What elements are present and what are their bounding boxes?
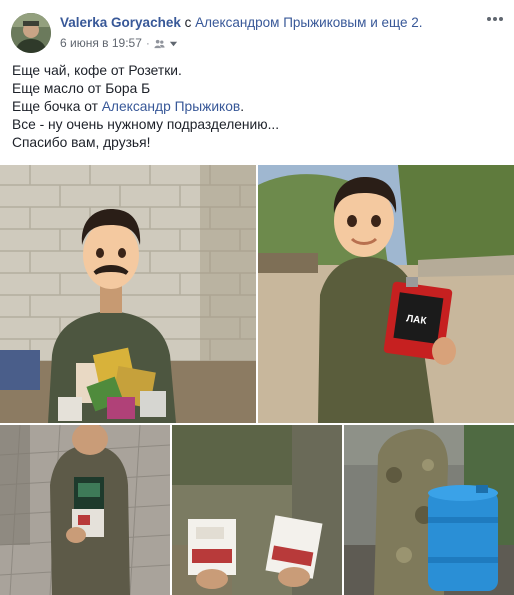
post-meta: 6 июня в 19:57 ·	[60, 36, 178, 50]
post-text-line: Спасибо вам, друзья!	[12, 135, 151, 150]
photo-image	[0, 425, 170, 595]
tagged-others-link[interactable]: и еще 2.	[370, 15, 422, 30]
with-prefix: с	[184, 15, 192, 30]
author-name-link[interactable]: Valerka Goryachek	[60, 15, 181, 30]
author-line: Valerka Goryachek с Александром Прыжиков…	[60, 14, 422, 31]
tagged-person-link[interactable]: Александром Прыжиковым	[195, 15, 366, 30]
post-text-line: Еще масло от Бора Б	[12, 81, 151, 96]
post-text-fragment: Еще бочка от	[12, 99, 102, 114]
avatar[interactable]	[11, 13, 51, 53]
post-photo-1[interactable]	[0, 165, 256, 423]
photo-image: ЛАК	[258, 165, 514, 423]
meta-separator: ·	[145, 36, 150, 50]
photo-image	[172, 425, 342, 595]
post-timestamp-link[interactable]: 6 июня в 19:57	[60, 36, 142, 50]
post-photo-2[interactable]: ЛАК	[258, 165, 514, 423]
post-text-line: Все - ну очень нужному подразделению...	[12, 117, 280, 132]
more-horizontal-icon[interactable]	[486, 14, 504, 24]
post-header: Valerka Goryachek с Александром Прыжиков…	[0, 0, 514, 60]
photo-image	[344, 425, 514, 595]
post-photo-4[interactable]	[172, 425, 342, 595]
friends-icon[interactable]	[154, 38, 165, 49]
avatar-image	[11, 13, 51, 53]
post-message: Еще чай, кофе от Розетки. Еще масло от Б…	[12, 62, 502, 152]
post-text-fragment: .	[240, 99, 245, 114]
photo-image	[0, 165, 256, 423]
post-text-line: Еще бочка от Александр Прыжиков.	[12, 98, 502, 116]
post-photo-3[interactable]	[0, 425, 170, 595]
chevron-down-icon[interactable]	[169, 39, 178, 48]
post-text-line: Еще чай, кофе от Розетки.	[12, 63, 182, 78]
mention-link[interactable]: Александр Прыжиков	[102, 99, 241, 114]
post-photo-5[interactable]	[344, 425, 514, 595]
